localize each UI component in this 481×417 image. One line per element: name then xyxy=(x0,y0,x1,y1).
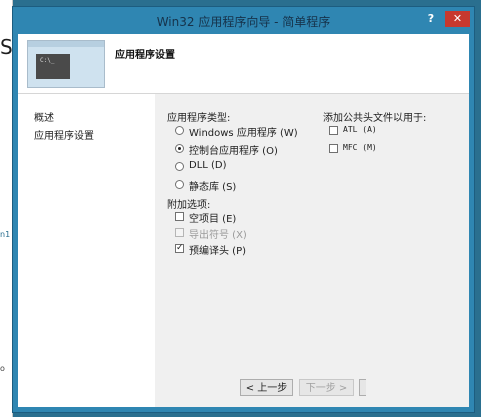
checkbox-empty-project-label[interactable]: 空项目 (E) xyxy=(189,210,236,225)
console-thumbnail: C:\_ xyxy=(36,54,70,79)
previous-button[interactable]: < 上一步 xyxy=(240,379,293,396)
checkbox-export-symbols xyxy=(175,228,184,237)
radio-windows-app[interactable] xyxy=(175,126,184,135)
wizard-dialog: Win32 应用程序向导 - 简单程序 ? ✕ C:\_ 应用程序设置 概述 应… xyxy=(12,6,475,413)
page-title: 应用程序设置 xyxy=(115,50,175,61)
checkbox-precompiled-header-label[interactable]: 预编译头 (P) xyxy=(189,242,246,257)
nav-item-overview[interactable]: 概述 xyxy=(34,109,54,124)
console-app-icon: C:\_ xyxy=(27,40,105,88)
help-button[interactable]: ? xyxy=(423,12,439,26)
radio-console-app[interactable] xyxy=(175,144,184,153)
next-button: 下一步 > xyxy=(299,379,354,396)
background-fragment: n1 xyxy=(0,230,11,239)
nav-item-app-settings[interactable]: 应用程序设置 xyxy=(34,127,94,142)
checkmark-icon: ✓ xyxy=(176,243,184,253)
dialog-client-area: C:\_ 应用程序设置 概述 应用程序设置 应用程序类型: Windows 应用… xyxy=(18,34,469,407)
radio-console-app-label[interactable]: 控制台应用程序 (O) xyxy=(189,142,278,157)
close-button[interactable]: ✕ xyxy=(445,11,470,27)
radio-static-lib-label[interactable]: 静态库 (S) xyxy=(189,178,236,193)
wizard-nav: 概述 应用程序设置 xyxy=(18,94,155,407)
title-bar[interactable]: Win32 应用程序向导 - 简单程序 ? ✕ xyxy=(13,7,474,33)
common-headers-heading: 添加公共头文件以用于: xyxy=(323,113,427,124)
wizard-header: C:\_ 应用程序设置 xyxy=(18,34,469,94)
additional-options-heading: 附加选项: xyxy=(167,200,211,211)
checkbox-atl[interactable] xyxy=(329,126,338,135)
background-fragment: o xyxy=(0,364,5,373)
checkbox-mfc[interactable] xyxy=(329,144,338,153)
checkbox-export-symbols-label: 导出符号 (X) xyxy=(189,230,247,241)
finish-button[interactable] xyxy=(359,379,366,396)
app-type-heading: 应用程序类型: xyxy=(167,113,231,124)
checkbox-empty-project[interactable] xyxy=(175,212,184,221)
checkbox-mfc-label[interactable]: MFC (M) xyxy=(343,143,377,152)
checkbox-precompiled-header[interactable]: ✓ xyxy=(175,244,184,253)
background-fragment: S xyxy=(0,35,13,59)
close-icon: ✕ xyxy=(452,12,463,25)
window-title: Win32 应用程序向导 - 简单程序 xyxy=(156,15,331,29)
settings-panel: 应用程序类型: Windows 应用程序 (W) 控制台应用程序 (O) DLL… xyxy=(155,94,469,407)
radio-static-lib[interactable] xyxy=(175,180,184,189)
radio-dll-label[interactable]: DLL (D) xyxy=(189,160,227,171)
radio-dll[interactable] xyxy=(175,162,184,171)
radio-windows-app-label[interactable]: Windows 应用程序 (W) xyxy=(189,124,298,139)
checkbox-atl-label[interactable]: ATL (A) xyxy=(343,125,377,134)
